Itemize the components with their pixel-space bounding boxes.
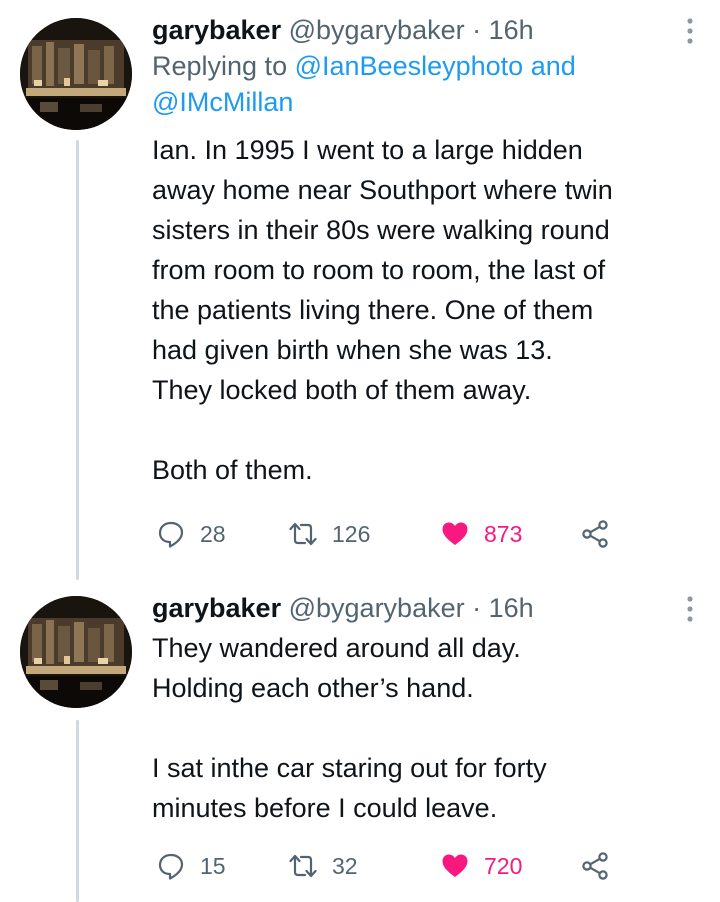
thread-line [76, 720, 79, 902]
replying-and[interactable]: and [531, 51, 576, 81]
tweet-header: garybaker @bygarybaker · 16h [152, 590, 700, 626]
like-count: 873 [484, 520, 523, 547]
reply-count: 15 [200, 852, 226, 879]
mention-link[interactable]: @IMcMillan [152, 87, 293, 117]
reply-count: 28 [200, 520, 226, 547]
timestamp[interactable]: 16h [489, 593, 534, 623]
reply-button[interactable]: 28 [156, 516, 226, 552]
heart-icon [442, 522, 468, 545]
retweet-icon [289, 854, 317, 878]
retweet-icon [289, 522, 317, 546]
like-count: 720 [484, 852, 523, 879]
tweet[interactable]: garybaker @bygarybaker · 16h Replying to… [152, 12, 700, 490]
thread-line [76, 140, 79, 580]
retweet-button[interactable]: 32 [288, 848, 358, 884]
reply-icon [158, 521, 184, 548]
avatar[interactable] [20, 18, 132, 130]
handle[interactable]: @bygarybaker [289, 593, 465, 623]
separator: · [472, 15, 482, 45]
tweet-header: garybaker @bygarybaker · 16h [152, 12, 700, 48]
share-button[interactable] [580, 516, 610, 552]
replying-prefix: Replying to [152, 51, 288, 81]
share-icon [582, 520, 608, 548]
tweet-text: Ian. In 1995 I went to a large hidden aw… [152, 135, 613, 485]
reply-icon [158, 853, 184, 880]
share-button[interactable] [580, 848, 610, 884]
handle[interactable]: @bygarybaker [289, 15, 465, 45]
heart-icon [442, 854, 468, 877]
tweet[interactable]: garybaker @bygarybaker · 16h They wander… [152, 590, 700, 828]
like-button[interactable]: 873 [440, 516, 522, 552]
tweet-actions: 28 126 873 [152, 516, 632, 552]
reply-button[interactable]: 15 [156, 848, 226, 884]
avatar[interactable] [20, 596, 132, 708]
replying-to: Replying to @IanBeesleyphoto and @IMcMil… [152, 48, 700, 120]
mention-link[interactable]: @IanBeesleyphoto [295, 51, 524, 81]
separator: · [472, 593, 482, 623]
retweet-count: 126 [332, 520, 371, 547]
display-name[interactable]: garybaker [152, 15, 281, 45]
timestamp[interactable]: 16h [489, 15, 534, 45]
tweet-text: They wandered around all day. Holding ea… [152, 633, 547, 823]
retweet-count: 32 [332, 852, 358, 879]
share-icon [582, 852, 608, 880]
display-name[interactable]: garybaker [152, 593, 281, 623]
like-button[interactable]: 720 [440, 848, 522, 884]
retweet-button[interactable]: 126 [288, 516, 370, 552]
tweet-actions: 15 32 720 [152, 848, 632, 884]
